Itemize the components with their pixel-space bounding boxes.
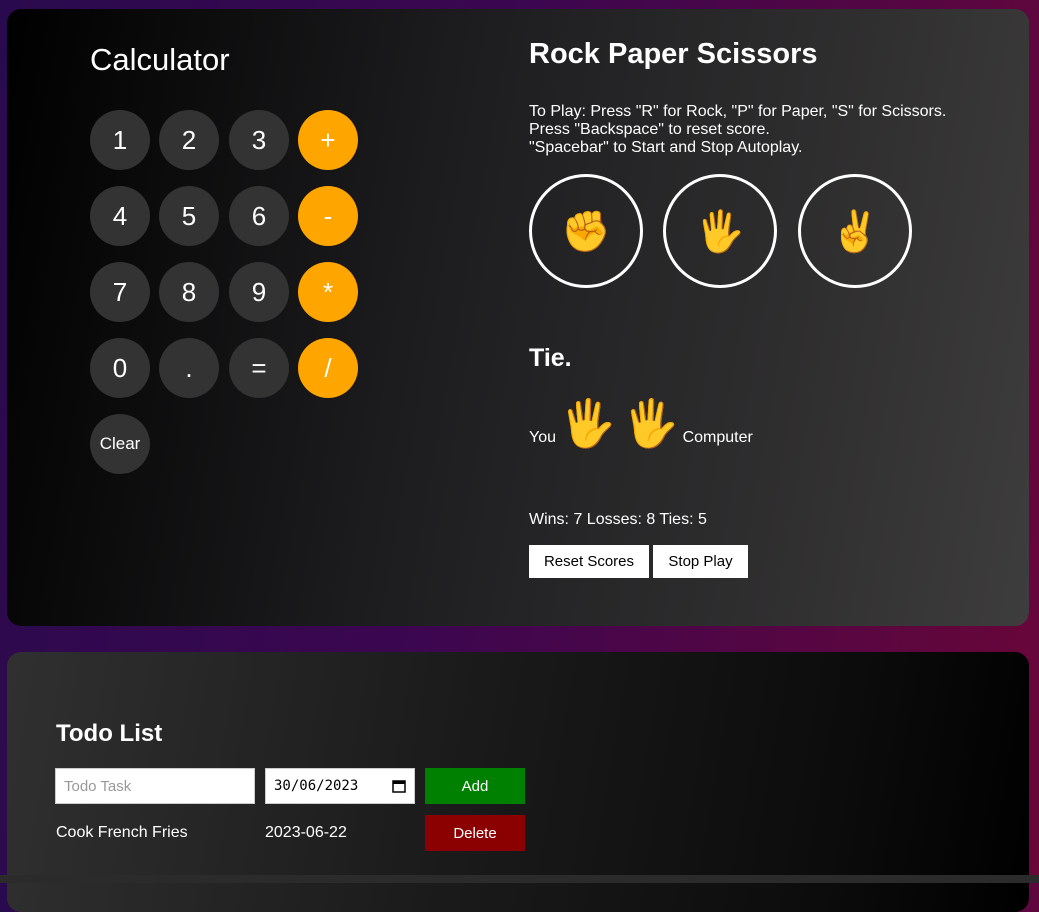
scissors-button[interactable]: ✌️ (798, 174, 912, 288)
calc-key-5[interactable]: 5 (159, 186, 219, 246)
rock-icon: ✊ (561, 209, 611, 254)
todo-task-input[interactable]: Todo Task (55, 768, 255, 804)
rps-instruction-line: "Spacebar" to Start and Stop Autoplay. (529, 139, 803, 156)
calc-key-decimal[interactable]: . (159, 338, 219, 398)
todo-date-input[interactable]: 30/06/2023 (265, 768, 415, 804)
games-panel (7, 9, 1029, 626)
calc-key-3[interactable]: 3 (229, 110, 289, 170)
rps-picks: You 🖐 🖐 Computer (529, 393, 753, 451)
autoplay-button[interactable]: Stop Play (653, 545, 748, 578)
calc-key-multiply[interactable]: * (298, 262, 358, 322)
window-bottom-bar (0, 875, 1039, 883)
rps-instructions: To Play: Press "R" for Rock, "P" for Pap… (529, 103, 946, 157)
calc-key-8[interactable]: 8 (159, 262, 219, 322)
paper-icon: 🖐 (695, 209, 745, 254)
rps-result: Tie. (529, 344, 572, 372)
todo-add-button[interactable]: Add (425, 768, 525, 804)
rps-title: Rock Paper Scissors (529, 38, 818, 70)
computer-pick-icon: 🖐 (622, 397, 680, 449)
scissors-icon: ✌️ (830, 209, 880, 254)
rock-button[interactable]: ✊ (529, 174, 643, 288)
calendar-icon[interactable] (392, 779, 406, 793)
calc-key-divide[interactable]: / (298, 338, 358, 398)
calc-key-6[interactable]: 6 (229, 186, 289, 246)
rps-score: Wins: 7 Losses: 8 Ties: 5 (529, 511, 707, 528)
reset-scores-button[interactable]: Reset Scores (529, 545, 649, 578)
todo-item-date: 2023-06-22 (265, 824, 347, 841)
paper-button[interactable]: 🖐 (663, 174, 777, 288)
calc-key-minus[interactable]: - (298, 186, 358, 246)
todo-title: Todo List (56, 720, 163, 747)
calculator-title: Calculator (90, 42, 230, 77)
calc-clear-button[interactable]: Clear (90, 414, 150, 474)
calc-key-2[interactable]: 2 (159, 110, 219, 170)
you-label: You (529, 429, 556, 446)
calc-key-9[interactable]: 9 (229, 262, 289, 322)
rps-instruction-line: To Play: Press "R" for Rock, "P" for Pap… (529, 103, 947, 120)
todo-item-name: Cook French Fries (56, 824, 188, 841)
calc-key-plus[interactable]: + (298, 110, 358, 170)
todo-date-value: 30/06/2023 (274, 778, 359, 794)
calc-key-1[interactable]: 1 (90, 110, 150, 170)
you-pick-icon: 🖐 (559, 397, 617, 449)
calc-key-equals[interactable]: = (229, 338, 289, 398)
calc-key-7[interactable]: 7 (90, 262, 150, 322)
calc-key-4[interactable]: 4 (90, 186, 150, 246)
rps-instruction-line: Press "Backspace" to reset score. (529, 121, 770, 138)
computer-label: Computer (682, 429, 753, 446)
todo-delete-button[interactable]: Delete (425, 815, 525, 851)
calc-key-0[interactable]: 0 (90, 338, 150, 398)
